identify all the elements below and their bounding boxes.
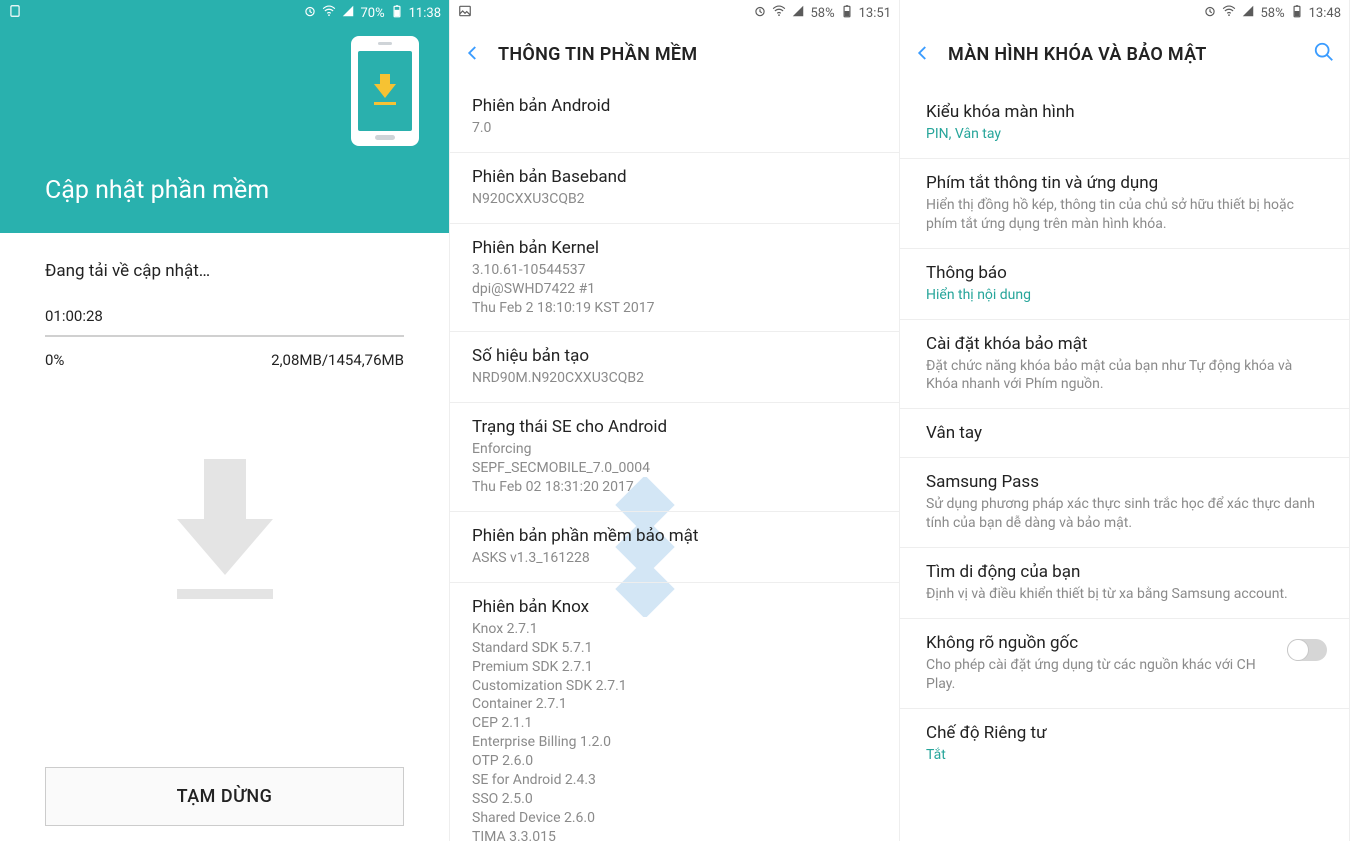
battery-icon — [840, 4, 854, 22]
notification-icon — [8, 4, 22, 22]
screen-software-info: 58% 13:51 THÔNG TIN PHẦN MỀM Phiên bản A… — [450, 0, 900, 841]
list-item[interactable]: Phím tắt thông tin và ứng dụng Hiển thị đ… — [900, 159, 1349, 249]
alarm-icon — [753, 4, 767, 22]
list-item[interactable]: Vân tay — [900, 409, 1349, 458]
list-item[interactable]: Tìm di động của bạn Định vị và điều khiển… — [900, 548, 1349, 619]
status-bar: 58% 13:51 — [450, 0, 899, 26]
alarm-icon — [1203, 4, 1217, 22]
time-remaining: 01:00:28 — [45, 307, 404, 325]
image-icon — [458, 4, 472, 22]
item-subtitle: Đặt chức năng khóa bảo mật của bạn như T… — [926, 357, 1323, 395]
download-placeholder-icon — [0, 459, 449, 767]
item-title: Trạng thái SE cho Android — [472, 417, 877, 437]
list-item[interactable]: Số hiệu bản tạo NRD90M.N920CXXU3CQB2 — [450, 332, 899, 403]
pause-button[interactable]: TẠM DỪNG — [45, 767, 404, 826]
item-title: Kiểu khóa màn hình — [926, 102, 1323, 122]
download-icon — [374, 84, 396, 98]
download-size: 2,08MB/1454,76MB — [271, 351, 404, 369]
list-item[interactable]: Kiểu khóa màn hình PIN, Vân tay — [900, 88, 1349, 159]
item-subtitle: PIN, Vân tay — [926, 125, 1323, 144]
list-item[interactable]: Thông báo Hiển thị nội dung — [900, 249, 1349, 320]
list-item[interactable]: Không rõ nguồn gốc Cho phép cài đặt ứng d… — [900, 619, 1349, 709]
item-title: Cài đặt khóa bảo mật — [926, 334, 1323, 354]
item-title: Phiên bản Android — [472, 96, 877, 116]
item-subtitle: N920CXXU3CQB2 — [472, 190, 877, 209]
item-title: Chế độ Riêng tư — [926, 723, 1323, 743]
status-time: 13:51 — [859, 6, 891, 21]
item-title: Phiên bản Knox — [472, 597, 877, 617]
list-item[interactable]: Phiên bản Kernel 3.10.61-10544537 dpi@SWH… — [450, 224, 899, 333]
list-item[interactable]: Phiên bản Baseband N920CXXU3CQB2 — [450, 153, 899, 224]
wifi-icon — [772, 4, 786, 22]
signal-icon — [341, 4, 355, 22]
battery-percent: 58% — [1260, 6, 1284, 21]
download-body: Đang tải về cập nhật… 01:00:28 0% 2,08MB… — [0, 233, 449, 369]
app-bar: MÀN HÌNH KHÓA VÀ BẢO MẬT — [900, 26, 1349, 82]
item-title: Phiên bản Baseband — [472, 167, 877, 187]
status-bar: 70% 11:38 — [0, 0, 449, 26]
settings-list[interactable]: Kiểu khóa màn hình PIN, Vân tay Phím tắt t… — [900, 82, 1349, 841]
back-button[interactable] — [914, 40, 932, 68]
page-title: THÔNG TIN PHẦN MỀM — [498, 44, 697, 65]
list-item[interactable]: Cài đặt khóa bảo mật Đặt chức năng khóa b… — [900, 320, 1349, 410]
signal-icon — [1241, 4, 1255, 22]
item-title: Tìm di động của bạn — [926, 562, 1323, 582]
screen-lock-security: 58% 13:48 MÀN HÌNH KHÓA VÀ BẢO MẬT Kiểu … — [900, 0, 1350, 841]
status-time: 11:38 — [409, 6, 441, 21]
hero-title: Cập nhật phần mềm — [0, 176, 449, 205]
progress-bar — [45, 335, 404, 337]
item-subtitle: NRD90M.N920CXXU3CQB2 — [472, 369, 877, 388]
battery-icon — [390, 4, 404, 22]
item-title: Phiên bản Kernel — [472, 238, 877, 258]
toggle-switch[interactable] — [1287, 639, 1327, 661]
item-title: Không rõ nguồn gốc — [926, 633, 1323, 653]
battery-percent: 58% — [810, 6, 834, 21]
list-item[interactable]: Phiên bản Knox Knox 2.7.1 Standard SDK 5.… — [450, 583, 899, 841]
item-subtitle: 3.10.61-10544537 dpi@SWHD7422 #1 Thu Feb… — [472, 261, 877, 318]
item-title: Vân tay — [926, 423, 1323, 443]
battery-icon — [1290, 4, 1304, 22]
downloading-label: Đang tải về cập nhật… — [45, 261, 404, 281]
item-title: Phiên bản phần mềm bảo mật — [472, 526, 877, 546]
item-subtitle: Enforcing SEPF_SECMOBILE_7.0_0004 Thu Fe… — [472, 440, 877, 497]
status-time: 13:48 — [1309, 6, 1341, 21]
item-title: Phím tắt thông tin và ứng dụng — [926, 173, 1323, 193]
info-list[interactable]: Phiên bản Android 7.0 Phiên bản Baseband N9… — [450, 82, 899, 841]
item-title: Thông báo — [926, 263, 1323, 283]
list-item[interactable]: Chế độ Riêng tư Tắt — [900, 709, 1349, 779]
list-item[interactable]: Phiên bản Android 7.0 — [450, 82, 899, 153]
page-title: MÀN HÌNH KHÓA VÀ BẢO MẬT — [948, 44, 1207, 65]
item-subtitle: Định vị và điều khiển thiết bị từ xa bằn… — [926, 585, 1323, 604]
app-bar: THÔNG TIN PHẦN MỀM — [450, 26, 899, 82]
item-subtitle: Cho phép cài đặt ứng dụng từ các nguồn k… — [926, 656, 1323, 694]
item-subtitle: Sử dụng phương pháp xác thực sinh trắc h… — [926, 495, 1323, 533]
battery-percent: 70% — [360, 6, 384, 21]
screen-software-update: 70% 11:38 Cập nhật phần mềm Đang tải về … — [0, 0, 450, 841]
signal-icon — [791, 4, 805, 22]
item-subtitle: Tắt — [926, 746, 1323, 765]
list-item[interactable]: Trạng thái SE cho Android Enforcing SEPF_… — [450, 403, 899, 512]
item-title: Samsung Pass — [926, 472, 1323, 492]
list-item[interactable]: Samsung Pass Sử dụng phương pháp xác thực… — [900, 458, 1349, 548]
item-subtitle: 7.0 — [472, 119, 877, 138]
download-percent: 0% — [45, 351, 64, 369]
search-button[interactable] — [1313, 41, 1335, 67]
list-item[interactable]: Phiên bản phần mềm bảo mật ASKS v1.3_1612… — [450, 512, 899, 583]
wifi-icon — [1222, 4, 1236, 22]
item-title: Số hiệu bản tạo — [472, 346, 877, 366]
status-bar: 58% 13:48 — [900, 0, 1349, 26]
wifi-icon — [322, 4, 336, 22]
item-subtitle: ASKS v1.3_161228 — [472, 549, 877, 568]
alarm-icon — [303, 4, 317, 22]
item-subtitle: Hiển thị nội dung — [926, 286, 1323, 305]
update-hero: Cập nhật phần mềm — [0, 26, 449, 233]
item-subtitle: Hiển thị đồng hồ kép, thông tin của chủ … — [926, 196, 1323, 234]
back-button[interactable] — [464, 40, 482, 68]
item-subtitle: Knox 2.7.1 Standard SDK 5.7.1 Premium SD… — [472, 620, 877, 841]
phone-illustration — [0, 26, 449, 176]
